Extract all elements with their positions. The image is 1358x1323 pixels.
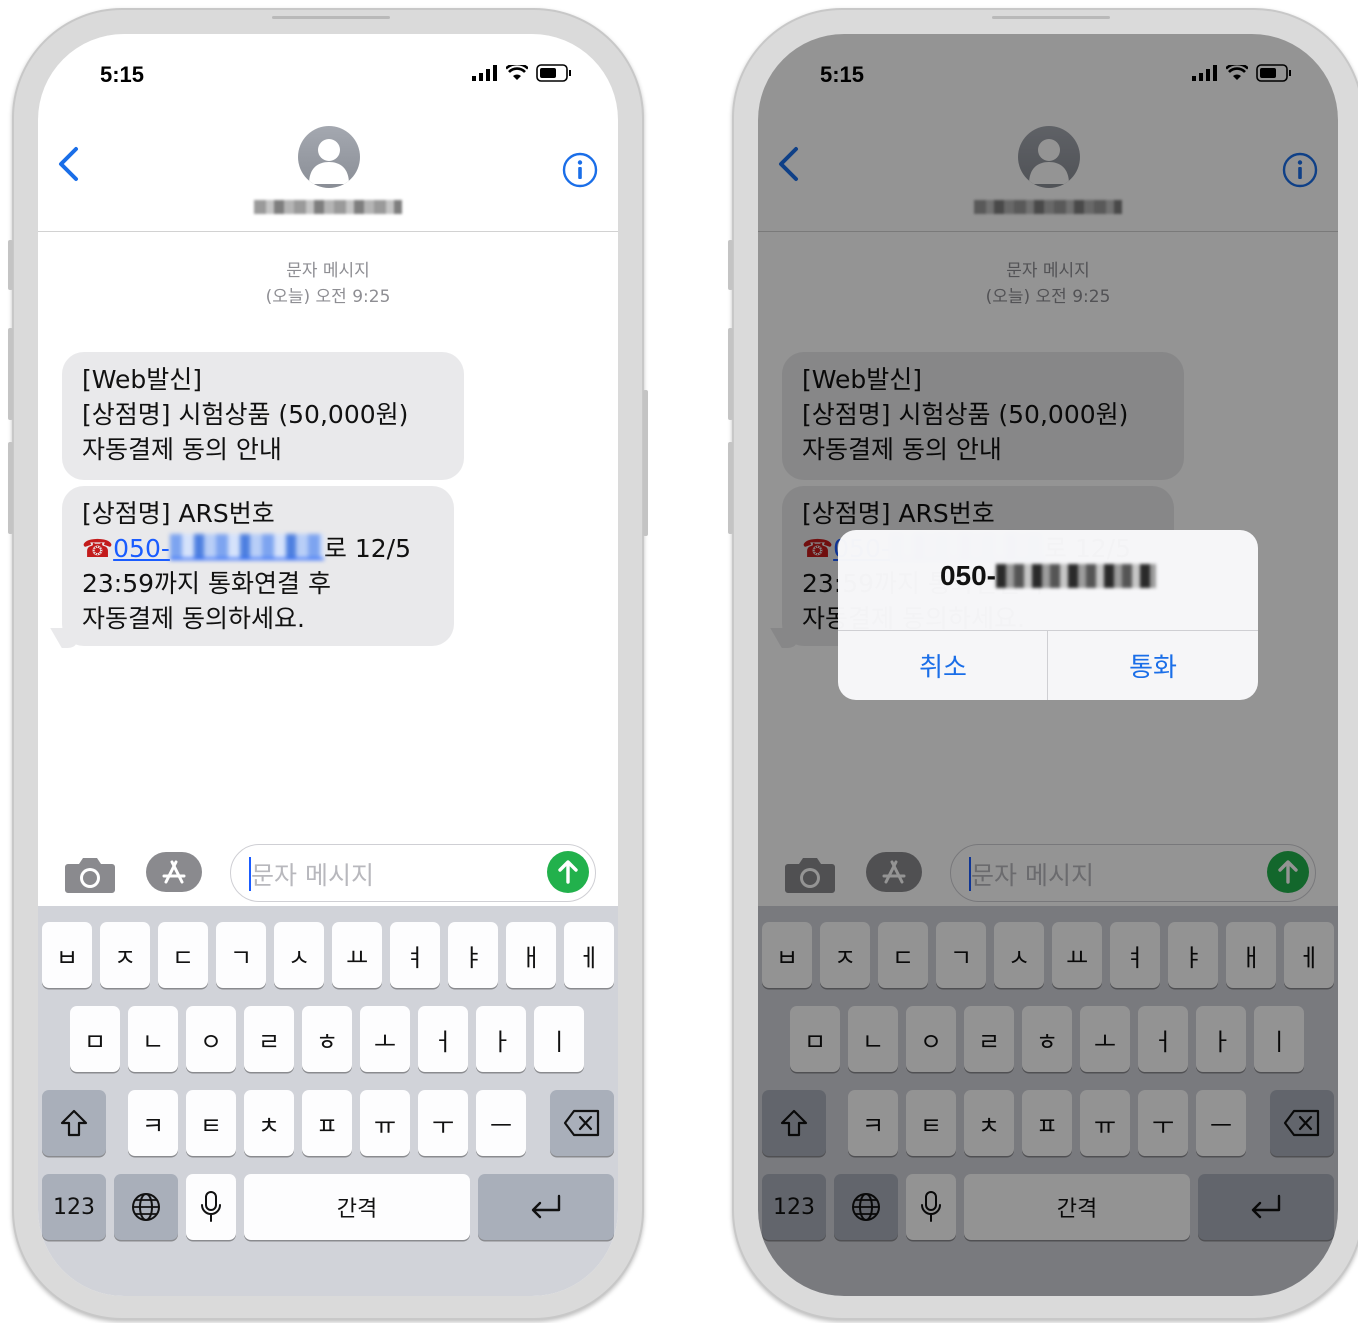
microphone-key[interactable] xyxy=(186,1174,236,1240)
cancel-button[interactable]: 취소 xyxy=(838,630,1048,700)
thread-label: 문자 메시지 xyxy=(286,261,370,281)
send-arrow-icon xyxy=(558,860,578,884)
key[interactable]: ㅠ xyxy=(360,1090,410,1156)
globe-key[interactable] xyxy=(114,1174,178,1240)
avatar-silhouette-icon xyxy=(309,139,349,184)
key[interactable]: ㅓ xyxy=(418,1006,468,1072)
key[interactable]: ㅕ xyxy=(390,922,440,988)
key[interactable]: ㅈ xyxy=(100,922,150,988)
key[interactable]: ㅡ xyxy=(476,1090,526,1156)
phone-right: 5:15 문자 메시지 (오늘) 오전 9:25 [Web발신] [상점명] 시 xyxy=(728,8,1358,1320)
side-button xyxy=(728,240,733,290)
message-thread: 문자 메시지 (오늘) 오전 9:25 [Web발신] [상점명] 시험상품 (… xyxy=(38,234,618,839)
send-button[interactable] xyxy=(547,851,589,893)
numbers-key[interactable]: 123 xyxy=(42,1174,106,1240)
compose-bar: 문자 메시지 xyxy=(38,840,618,904)
key[interactable]: ㄷ xyxy=(158,922,208,988)
delete-icon xyxy=(563,1109,600,1137)
thread-header: 문자 메시지 (오늘) 오전 9:25 xyxy=(38,258,618,310)
delete-key[interactable] xyxy=(550,1090,614,1156)
key[interactable]: ㅜ xyxy=(418,1090,468,1156)
message-bubble: [Web발신] [상점명] 시험상품 (50,000원) 자동결제 동의 안내 xyxy=(62,352,464,480)
key[interactable]: ㅏ xyxy=(476,1006,526,1072)
microphone-icon xyxy=(201,1191,221,1222)
side-button xyxy=(8,240,13,290)
thread-timestamp: (오늘) 오전 9:25 xyxy=(265,287,391,307)
key[interactable]: ㅇ xyxy=(186,1006,236,1072)
key[interactable]: ㅁ xyxy=(70,1006,120,1072)
message-input[interactable]: 문자 메시지 xyxy=(230,844,596,902)
message-line: ☎050- 로 12/5 xyxy=(82,531,436,566)
key[interactable]: ㅅ xyxy=(274,922,324,988)
message-input-placeholder: 문자 메시지 xyxy=(251,861,374,890)
side-button xyxy=(8,328,13,420)
key[interactable]: ㅌ xyxy=(186,1090,236,1156)
phone-number-prefix: 050- xyxy=(113,534,170,563)
side-button xyxy=(643,390,648,536)
alert-phone-number: 050- xyxy=(838,560,1258,592)
speaker-line xyxy=(992,16,1110,19)
shift-key[interactable] xyxy=(42,1090,106,1156)
shift-icon xyxy=(60,1109,88,1137)
ars-phone-link[interactable]: 050- xyxy=(113,534,324,563)
key[interactable]: ㅔ xyxy=(564,922,614,988)
status-icons xyxy=(472,64,572,82)
key[interactable]: ㅊ xyxy=(244,1090,294,1156)
signal-icon xyxy=(472,65,497,81)
status-time: 5:15 xyxy=(100,62,145,87)
speaker-line xyxy=(272,16,390,19)
message-bubble: [상점명] ARS번호 ☎050- 로 12/5 23:59까지 통화연결 후 자… xyxy=(62,486,454,646)
return-key[interactable] xyxy=(478,1174,614,1240)
key[interactable]: ㅍ xyxy=(302,1090,352,1156)
info-icon[interactable] xyxy=(562,152,598,188)
globe-icon xyxy=(132,1193,160,1221)
alert-number-prefix: 050- xyxy=(939,560,997,591)
app-store-button[interactable] xyxy=(146,852,202,892)
message-line: 자동결제 동의 안내 xyxy=(82,435,282,464)
key[interactable]: ㄹ xyxy=(244,1006,294,1072)
contact-name-redacted xyxy=(254,200,402,214)
key[interactable]: ㅂ xyxy=(42,922,92,988)
side-button xyxy=(728,442,733,534)
key[interactable]: ㄱ xyxy=(216,922,266,988)
battery-icon xyxy=(536,64,571,82)
key[interactable]: ㅗ xyxy=(360,1006,410,1072)
key[interactable]: ㅣ xyxy=(534,1006,584,1072)
alert-number-redacted xyxy=(996,564,1157,588)
side-button xyxy=(728,328,733,420)
conversation-header xyxy=(38,118,618,232)
key[interactable]: ㅛ xyxy=(332,922,382,988)
status-bar: 5:15 xyxy=(38,34,618,118)
phone-left: 5:15 문자 메시지 (오늘) 오전 9:25 [Web발신] [상점명] 시 xyxy=(8,8,648,1320)
message-line: [Web발신] xyxy=(82,365,203,394)
call-button[interactable]: 통화 xyxy=(1048,630,1258,700)
messages-screen: 5:15 문자 메시지 (오늘) 오전 9:25 [Web발신] [상점명] 시 xyxy=(38,34,618,1296)
camera-icon[interactable] xyxy=(64,856,116,894)
keyboard: ㅂ ㅈ ㄷ ㄱ ㅅ ㅛ ㅕ ㅑ ㅐ ㅔ ㅁ ㄴ ㅇ ㄹ ㅎ ㅗ ㅓ ㅏ ㅣ ㅋ … xyxy=(38,906,618,1296)
return-icon xyxy=(531,1194,561,1219)
key[interactable]: ㅑ xyxy=(448,922,498,988)
message-line: 자동결제 동의하세요. xyxy=(82,604,305,633)
contact-avatar[interactable] xyxy=(298,126,360,188)
side-button xyxy=(8,442,13,534)
message-line: 23:59까지 통화연결 후 xyxy=(82,569,331,598)
message-line: [상점명] 시험상품 (50,000원) xyxy=(82,400,409,429)
key[interactable]: ㅋ xyxy=(128,1090,178,1156)
key[interactable]: ㅐ xyxy=(506,922,556,988)
messages-screen-with-call-alert: 5:15 문자 메시지 (오늘) 오전 9:25 [Web발신] [상점명] 시 xyxy=(758,34,1338,1296)
message-line: [상점명] ARS번호 xyxy=(82,499,275,528)
space-key[interactable]: 간격 xyxy=(244,1174,470,1240)
message-text: 로 12/5 xyxy=(323,534,411,563)
wifi-icon xyxy=(506,65,528,80)
phone-number-redacted xyxy=(169,534,324,560)
telephone-icon: ☎ xyxy=(82,534,114,563)
app-store-icon xyxy=(162,860,186,884)
back-chevron-icon[interactable] xyxy=(56,146,80,182)
call-confirm-alert: 050- 취소 통화 xyxy=(838,530,1258,700)
key[interactable]: ㄴ xyxy=(128,1006,178,1072)
key[interactable]: ㅎ xyxy=(302,1006,352,1072)
